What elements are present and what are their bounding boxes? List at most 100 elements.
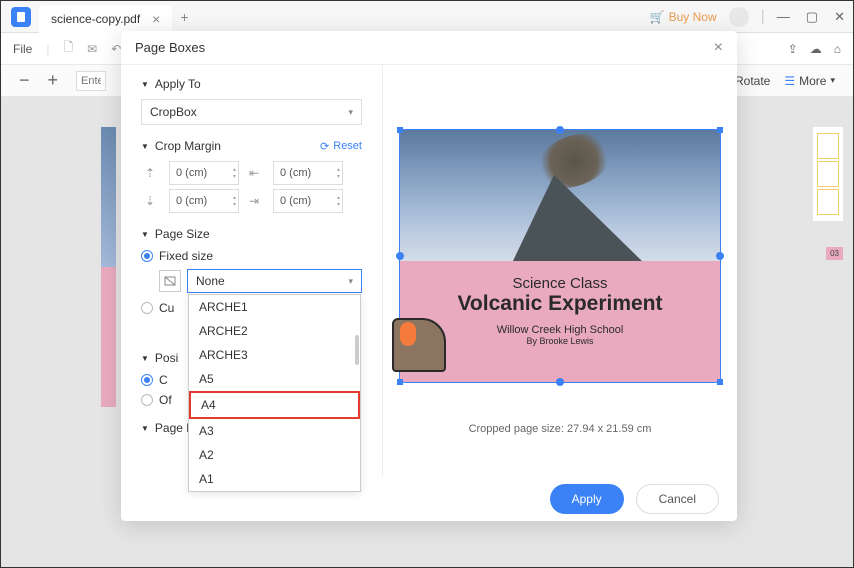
apply-to-label: Apply To [155, 77, 201, 91]
close-tab-icon[interactable]: × [152, 11, 160, 27]
tab-label: science-copy.pdf [51, 12, 140, 26]
dropdown-option[interactable]: A2 [189, 443, 360, 467]
orientation-icon[interactable] [159, 270, 181, 292]
margin-bottom-input[interactable]: 0 (cm)▴▾ [169, 189, 239, 213]
dialog-title: Page Boxes [135, 40, 205, 55]
collapse-icon[interactable]: ▼ [141, 354, 149, 363]
crop-margin-label: Crop Margin [155, 139, 221, 153]
preview-school: Willow Creek High School [414, 324, 706, 336]
dialog-settings-panel: ▼ Apply To CropBox ▾ ▼ Crop Margin ⟳ Res… [121, 65, 383, 477]
dropdown-scrollbar[interactable] [355, 335, 359, 365]
collapse-icon[interactable]: ▼ [141, 424, 149, 433]
page-preview-sliver [101, 127, 116, 407]
dropdown-option[interactable]: A1 [189, 467, 360, 491]
window-controls: — ▢ ✕ [777, 9, 845, 25]
crop-handle-top[interactable] [556, 126, 564, 134]
titlebar: science-copy.pdf × + 🛒 Buy Now | — ▢ ✕ [1, 1, 853, 33]
crop-preview[interactable]: Science Class Volcanic Experiment Willow… [399, 129, 721, 383]
page-thumbnail[interactable] [817, 133, 839, 159]
dialog-body: ▼ Apply To CropBox ▾ ▼ Crop Margin ⟳ Res… [121, 65, 737, 477]
zoom-out-icon[interactable]: − [19, 70, 30, 91]
crop-handle-bottom[interactable] [556, 378, 564, 386]
crop-handle-corner[interactable] [717, 127, 723, 133]
radio-icon [141, 250, 153, 262]
margin-right-input[interactable]: 0 (cm)▴▾ [273, 189, 343, 213]
undo-icon[interactable]: ↶ [111, 42, 121, 56]
titlebar-right: 🛒 Buy Now | — ▢ ✕ [650, 7, 853, 27]
reset-icon: ⟳ [320, 140, 329, 153]
close-window-icon[interactable]: ✕ [834, 9, 845, 25]
margin-top-input[interactable]: 0 (cm)▴▾ [169, 161, 239, 185]
chevron-down-icon: ▾ [830, 75, 835, 86]
cancel-button[interactable]: Cancel [636, 484, 719, 514]
page-boxes-dialog: Page Boxes × ▼ Apply To CropBox ▾ ▼ Crop… [121, 31, 737, 521]
page-indicator: 03 [826, 247, 843, 260]
collapse-icon[interactable]: ▼ [141, 80, 149, 89]
crop-margin-section: ▼ Crop Margin ⟳ Reset ⇡ 0 (cm)▴▾ ⇤ 0 (cm… [141, 139, 362, 213]
page-thumbnail[interactable] [817, 189, 839, 215]
preview-author: By Brooke Lewis [414, 336, 706, 346]
volcano-illustration [392, 318, 452, 388]
crop-handle-left[interactable] [396, 252, 404, 260]
user-avatar[interactable] [729, 7, 749, 27]
reset-button[interactable]: ⟳ Reset [320, 140, 362, 153]
apply-to-section: ▼ Apply To CropBox ▾ [141, 77, 362, 125]
save-icon[interactable]: 🗋 [63, 38, 73, 59]
upload-icon[interactable]: ⇪ [788, 42, 798, 56]
home-icon[interactable]: ⌂ [834, 42, 841, 56]
margin-bottom-icon: ⇣ [141, 192, 159, 210]
app-icon [11, 7, 31, 27]
dropdown-option[interactable]: ARCHE1 [189, 295, 360, 319]
chevron-down-icon: ▾ [348, 107, 353, 118]
dialog-header: Page Boxes × [121, 31, 737, 65]
radio-icon [141, 374, 153, 386]
rotate-label[interactable]: Rotate [735, 74, 770, 88]
page-input[interactable] [76, 71, 106, 91]
crop-handle-corner[interactable] [397, 379, 403, 385]
margin-left-icon: ⇤ [245, 164, 263, 182]
cloud-icon[interactable]: ☁ [810, 42, 822, 56]
toolbar-right: ⇪ ☁ ⌂ [788, 42, 841, 56]
preview-subtitle: Science Class [414, 275, 706, 292]
margin-right-icon: ⇥ [245, 192, 263, 210]
page-size-label: Page Size [155, 227, 210, 241]
crop-handle-right[interactable] [716, 252, 724, 260]
zoom-in-icon[interactable]: + [48, 70, 59, 91]
more-menu[interactable]: ☰ More ▾ [784, 74, 835, 88]
chevron-down-icon: ▾ [348, 276, 353, 287]
hamburger-icon: ☰ [784, 74, 795, 88]
buy-now-link[interactable]: 🛒 Buy Now [650, 10, 717, 24]
collapse-icon[interactable]: ▼ [141, 230, 149, 239]
position-label: Posi [155, 351, 178, 365]
thumbnail-panel [813, 127, 843, 221]
radio-icon [141, 302, 153, 314]
dropdown-option-highlighted[interactable]: A4 [189, 391, 360, 419]
margin-left-input[interactable]: 0 (cm)▴▾ [273, 161, 343, 185]
add-tab-icon[interactable]: + [180, 9, 188, 25]
dropdown-option[interactable]: ARCHE2 [189, 319, 360, 343]
collapse-icon[interactable]: ▼ [141, 142, 149, 151]
page-size-dropdown: ARCHE1 ARCHE2 ARCHE3 A5 A4 A3 A2 A1 [188, 294, 361, 492]
mail-icon[interactable]: ✉ [87, 42, 97, 56]
crop-handle-corner[interactable] [397, 127, 403, 133]
apply-button[interactable]: Apply [550, 484, 624, 514]
page-size-section: ▼ Page Size Fixed size None ▾ ARCHE1 [141, 227, 362, 315]
maximize-icon[interactable]: ▢ [806, 9, 818, 25]
margin-top-icon: ⇡ [141, 164, 159, 182]
minimize-icon[interactable]: — [777, 9, 790, 25]
dropdown-option[interactable]: A3 [189, 419, 360, 443]
crop-handle-corner[interactable] [717, 379, 723, 385]
dropdown-option[interactable]: ARCHE3 [189, 343, 360, 367]
page-size-select[interactable]: None ▾ ARCHE1 ARCHE2 ARCHE3 A5 A4 A3 A2 … [187, 269, 362, 293]
page-thumbnail[interactable] [817, 161, 839, 187]
preview-title: Volcanic Experiment [414, 292, 706, 316]
fixed-size-radio[interactable]: Fixed size [141, 249, 362, 263]
dialog-close-icon[interactable]: × [714, 39, 723, 57]
dropdown-option[interactable]: A5 [189, 367, 360, 391]
file-menu[interactable]: File [13, 42, 32, 56]
document-tab[interactable]: science-copy.pdf × [39, 5, 172, 33]
radio-icon [141, 394, 153, 406]
cart-icon: 🛒 [650, 10, 665, 24]
cropped-size-info: Cropped page size: 27.94 x 21.59 cm [399, 423, 721, 435]
apply-to-select[interactable]: CropBox ▾ [141, 99, 362, 125]
